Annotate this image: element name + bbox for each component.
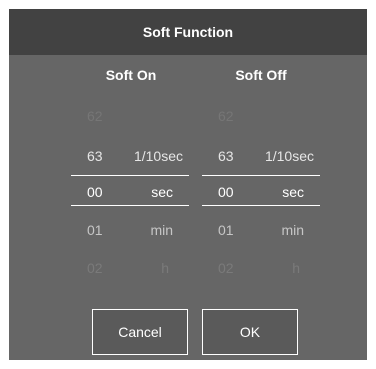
picker-value: 02: [218, 260, 234, 276]
picker-unit: min: [150, 222, 173, 238]
soft-off-header: Soft Off: [235, 67, 287, 83]
picker-value: 62: [87, 108, 103, 124]
picker-unit: 1/10sec: [264, 148, 314, 164]
soft-on-row-00-selected[interactable]: 00 sec: [71, 181, 189, 203]
dialog-title: Soft Function: [9, 9, 367, 55]
picker-value: 00: [87, 184, 103, 200]
picker-value: 63: [218, 148, 234, 164]
picker-unit: h: [292, 260, 300, 276]
soft-function-dialog: Soft Function Soft On Soft Off 62 63 1/1…: [9, 9, 367, 360]
selection-line-bottom: [202, 205, 320, 206]
picker-value: 01: [87, 222, 103, 238]
picker-value: 62: [218, 108, 234, 124]
picker-unit: min: [281, 222, 304, 238]
picker-unit: 1/10sec: [133, 148, 183, 164]
picker-unit: h: [161, 260, 169, 276]
picker-value: 63: [87, 148, 103, 164]
soft-on-row-02[interactable]: 02 h: [71, 257, 189, 279]
selection-line-top: [202, 175, 320, 176]
soft-off-row-62[interactable]: 62: [202, 105, 320, 127]
selection-line-top: [71, 175, 189, 176]
cancel-button[interactable]: Cancel: [92, 309, 188, 355]
picker-value: 01: [218, 222, 234, 238]
soft-off-row-63[interactable]: 63 1/10sec: [202, 145, 320, 167]
picker-value: 00: [218, 184, 234, 200]
selection-line-bottom: [71, 205, 189, 206]
soft-off-row-02[interactable]: 02 h: [202, 257, 320, 279]
soft-on-row-01[interactable]: 01 min: [71, 219, 189, 241]
soft-off-row-01[interactable]: 01 min: [202, 219, 320, 241]
picker-unit: sec: [282, 184, 304, 200]
picker-unit: sec: [151, 184, 173, 200]
soft-off-row-00-selected[interactable]: 00 sec: [202, 181, 320, 203]
ok-button[interactable]: OK: [202, 309, 298, 355]
soft-on-header: Soft On: [105, 67, 157, 83]
picker-value: 02: [87, 260, 103, 276]
soft-on-row-63[interactable]: 63 1/10sec: [71, 145, 189, 167]
soft-on-row-62[interactable]: 62: [71, 105, 189, 127]
